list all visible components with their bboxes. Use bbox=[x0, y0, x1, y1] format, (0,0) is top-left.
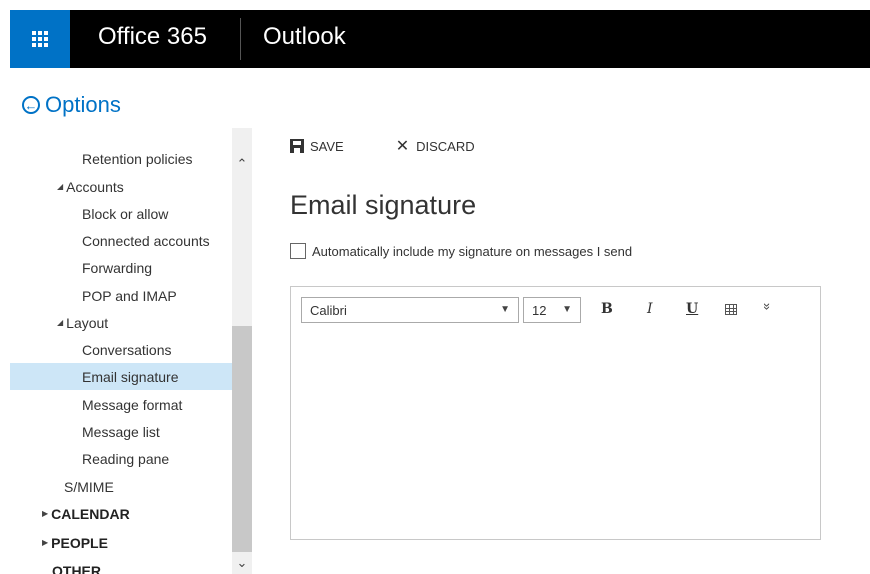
close-icon: ✕ bbox=[395, 138, 410, 155]
scrollbar-thumb[interactable] bbox=[232, 326, 252, 552]
font-size-select[interactable]: 12 ▼ bbox=[523, 297, 581, 323]
collapsed-triangle-icon: ▶ bbox=[42, 509, 49, 518]
sidebar-item-other[interactable]: OTHER bbox=[10, 557, 232, 574]
sidebar-item-calendar[interactable]: ▶ CALENDAR bbox=[10, 500, 232, 527]
options-title: Options bbox=[45, 92, 121, 117]
sidebar-item-connected-accounts[interactable]: Connected accounts bbox=[10, 227, 232, 254]
header-divider bbox=[240, 18, 241, 60]
app-title[interactable]: Outlook bbox=[263, 22, 346, 52]
insert-table-icon[interactable] bbox=[725, 304, 737, 315]
sidebar-scrollbar[interactable]: ⌃ ⌄ bbox=[232, 128, 252, 574]
sidebar-item-pop-and-imap[interactable]: POP and IMAP bbox=[10, 282, 232, 309]
sidebar-item-accounts[interactable]: ◢ Accounts bbox=[10, 173, 232, 200]
sidebar-item-message-list[interactable]: Message list bbox=[10, 418, 232, 445]
sidebar-item-people[interactable]: ▶ PEOPLE bbox=[10, 529, 232, 556]
underline-button[interactable]: U bbox=[686, 301, 698, 317]
sidebar-item-reading-pane[interactable]: Reading pane bbox=[10, 445, 232, 472]
expanded-triangle-icon: ◢ bbox=[57, 318, 64, 327]
brand-title[interactable]: Office 365 bbox=[98, 22, 207, 52]
auto-include-signature-option[interactable]: Automatically include my signature on me… bbox=[290, 243, 632, 259]
sidebar-item-retention-policies[interactable]: Retention policies bbox=[10, 145, 232, 172]
sidebar-item-layout[interactable]: ◢ Layout bbox=[10, 309, 232, 336]
chevron-up-icon[interactable]: ⌃ bbox=[232, 154, 252, 174]
chevron-down-icon[interactable]: ⌄ bbox=[232, 553, 252, 573]
options-sidebar: Retention policies ◢ Accounts Block or a… bbox=[10, 128, 232, 574]
bold-button[interactable]: B bbox=[601, 301, 613, 317]
discard-button[interactable]: ✕ DISCARD bbox=[396, 136, 475, 156]
back-arrow-circle-icon: ← bbox=[22, 96, 40, 114]
sidebar-item-message-format[interactable]: Message format bbox=[10, 391, 232, 418]
sidebar-item-email-signature[interactable]: Email signature bbox=[10, 363, 232, 390]
dropdown-arrow-icon: ▼ bbox=[500, 304, 510, 315]
italic-button[interactable]: I bbox=[647, 301, 653, 317]
app-launcher-button[interactable] bbox=[10, 10, 70, 68]
sidebar-item-forwarding[interactable]: Forwarding bbox=[10, 254, 232, 281]
collapsed-triangle-icon: ▶ bbox=[42, 538, 49, 547]
checkbox-label: Automatically include my signature on me… bbox=[312, 243, 633, 259]
more-options-icon[interactable]: » bbox=[760, 303, 775, 310]
page-title: Email signature bbox=[290, 190, 477, 220]
save-button[interactable]: SAVE bbox=[290, 139, 344, 154]
sidebar-item-conversations[interactable]: Conversations bbox=[10, 336, 232, 363]
expanded-triangle-icon: ◢ bbox=[57, 182, 64, 191]
options-back-link[interactable]: ← Options bbox=[22, 92, 121, 118]
dropdown-arrow-icon: ▼ bbox=[562, 304, 572, 315]
font-family-select[interactable]: Calibri ▼ bbox=[301, 297, 519, 323]
sidebar-item-smime[interactable]: S/MIME bbox=[10, 473, 232, 500]
sidebar-item-block-or-allow[interactable]: Block or allow bbox=[10, 200, 232, 227]
command-toolbar: SAVE ✕ DISCARD bbox=[290, 136, 527, 156]
auto-include-signature-checkbox[interactable] bbox=[290, 243, 306, 259]
save-disk-icon bbox=[290, 139, 304, 153]
signature-editor[interactable]: Calibri ▼ 12 ▼ B I U » bbox=[290, 286, 821, 540]
waffle-icon bbox=[32, 31, 48, 47]
top-bar: Office 365 Outlook bbox=[10, 10, 870, 68]
